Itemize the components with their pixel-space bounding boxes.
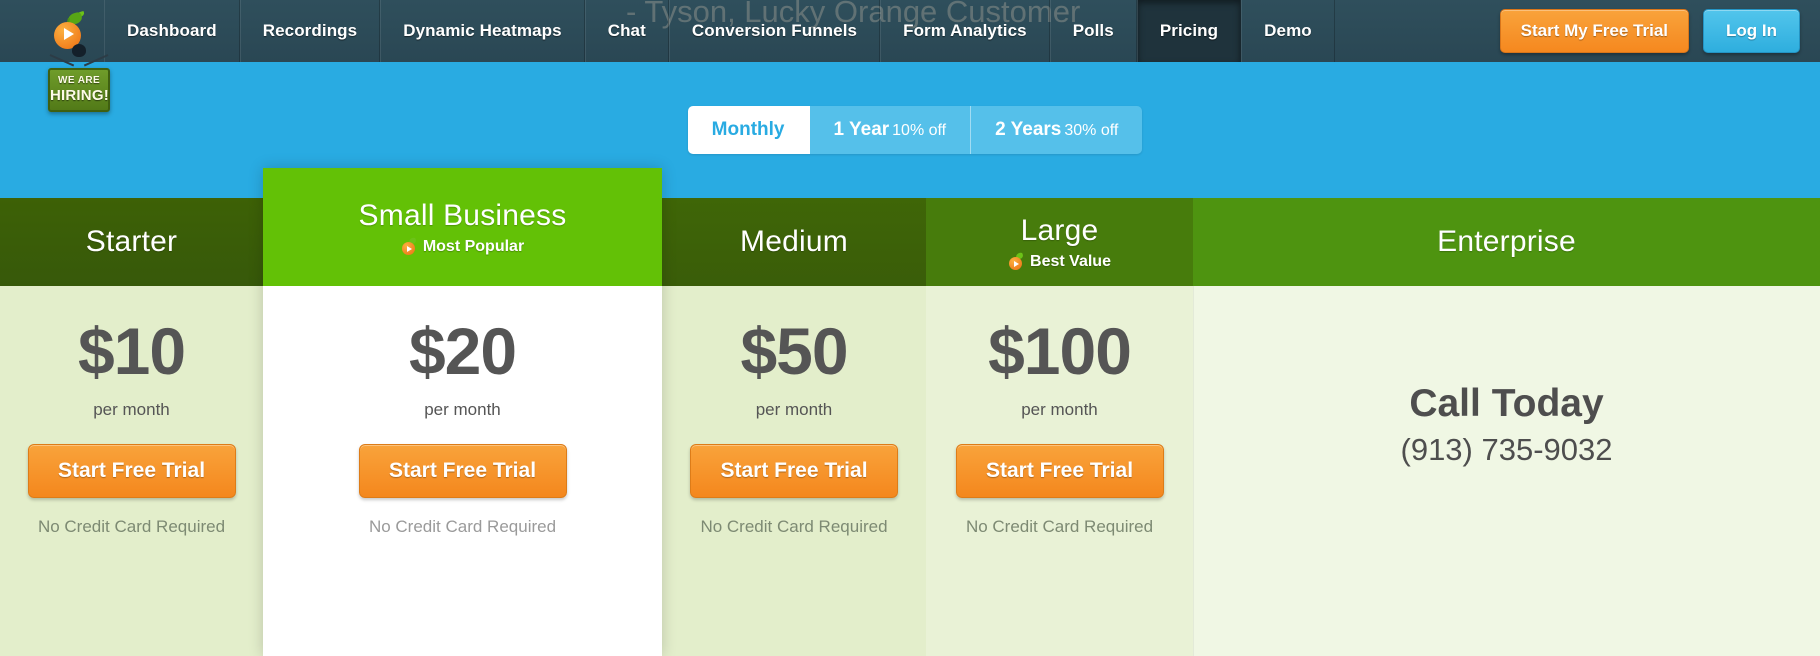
plan-badge-best-value: Best Value — [1008, 252, 1111, 271]
start-free-trial-button-small-business[interactable]: Start Free Trial — [358, 444, 567, 498]
no-credit-card-note-medium: No Credit Card Required — [700, 517, 888, 536]
site-logo[interactable] — [32, 0, 104, 62]
plan-price-medium: $50 — [740, 314, 848, 388]
plan-badge-most-popular: Most Popular — [401, 237, 525, 256]
mini-orange-icon — [401, 237, 417, 255]
nav-item-polls[interactable]: Polls — [1049, 0, 1137, 62]
hiring-sign: WE ARE HIRING! — [48, 68, 110, 112]
plan-card-starter: Starter $10 per month Start Free Trial N… — [0, 198, 263, 656]
nav-item-pricing[interactable]: Pricing — [1136, 0, 1242, 62]
nav-item-dynamic-heatmaps[interactable]: Dynamic Heatmaps — [380, 0, 585, 62]
start-my-free-trial-button[interactable]: Start My Free Trial — [1499, 9, 1690, 53]
billing-2years-discount: 30% off — [1064, 122, 1119, 139]
hiring-line-2: HIRING! — [50, 87, 109, 104]
plan-price-note-large: per month — [1021, 400, 1098, 419]
plan-body-starter: $10 per month Start Free Trial No Credit… — [0, 286, 263, 656]
plan-badge-label-small-business: Most Popular — [422, 237, 525, 255]
no-credit-card-note-large: No Credit Card Required — [965, 517, 1154, 536]
plan-header-medium: Medium — [662, 198, 926, 286]
plan-title-small-business: Small Business — [358, 198, 567, 232]
plan-title-medium: Medium — [740, 225, 848, 258]
billing-period-toggle: Monthly 1 Year 10% off 2 Years 30% off — [687, 106, 1143, 154]
billing-option-1-year[interactable]: 1 Year 10% off — [809, 106, 972, 154]
mini-orange-play-icon — [406, 245, 412, 252]
main-navbar: - Tyson, Lucky Orange Customer Dashboard… — [0, 0, 1820, 62]
billing-monthly-label: Monthly — [711, 119, 785, 140]
plan-header-starter: Starter — [0, 198, 263, 286]
plan-badge-label-large: Best Value — [1030, 252, 1111, 270]
mini-orange-play-icon — [1014, 260, 1020, 267]
plan-card-enterprise: Enterprise Call Today (913) 735-9032 — [1193, 198, 1820, 656]
plan-title-enterprise: Enterprise — [1437, 225, 1576, 258]
plan-body-small-business: $20 per month Start Free Trial No Credit… — [263, 286, 662, 656]
pricing-cards: Starter $10 per month Start Free Trial N… — [0, 168, 1820, 656]
enterprise-left-divider — [1193, 286, 1194, 656]
billing-1year-label: 1 Year — [833, 119, 890, 140]
nav-item-demo[interactable]: Demo — [1241, 0, 1335, 62]
plan-body-large: $100 per month Start Free Trial No Credi… — [926, 286, 1193, 656]
plan-title-large: Large — [1020, 213, 1099, 247]
nav-actions: Start My Free Trial Log In — [1472, 0, 1820, 62]
plan-header-enterprise: Enterprise — [1193, 198, 1820, 286]
logo-play-triangle-icon — [64, 28, 74, 40]
nav-item-recordings[interactable]: Recordings — [239, 0, 381, 62]
plan-header-small-business: Small Business Most Popular — [263, 168, 662, 286]
mini-orange-icon — [1008, 252, 1024, 270]
nav-item-dashboard[interactable]: Dashboard — [104, 0, 240, 62]
plan-title-starter: Starter — [85, 225, 178, 258]
nav-item-chat[interactable]: Chat — [584, 0, 669, 62]
enterprise-phone-number[interactable]: (913) 735-9032 — [1401, 432, 1613, 468]
billing-1year-discount: 10% off — [892, 122, 947, 139]
plan-header-large: Large Best Value — [926, 198, 1193, 286]
plan-price-large: $100 — [988, 314, 1132, 388]
start-free-trial-button-starter[interactable]: Start Free Trial — [27, 444, 236, 498]
plan-card-medium: Medium $50 per month Start Free Trial No… — [662, 198, 926, 656]
no-credit-card-note-starter: No Credit Card Required — [37, 517, 226, 536]
no-credit-card-note-small-business: No Credit Card Required — [368, 517, 557, 536]
start-free-trial-button-large[interactable]: Start Free Trial — [955, 444, 1164, 498]
hiring-line-1: WE ARE — [57, 75, 101, 86]
start-free-trial-button-medium[interactable]: Start Free Trial — [690, 444, 898, 498]
hiring-hook-icon — [72, 44, 86, 57]
plan-card-small-business: Small Business Most Popular $20 per mont… — [263, 168, 662, 656]
plan-price-note-small-business: per month — [424, 400, 501, 419]
plan-card-large: Large Best Value $100 per month Start Fr… — [926, 198, 1193, 656]
plan-price-note-medium: per month — [755, 400, 833, 419]
nav-left-padding — [0, 0, 32, 62]
plan-price-starter: $10 — [77, 314, 186, 388]
billing-option-monthly[interactable]: Monthly — [687, 106, 810, 154]
log-in-button[interactable]: Log In — [1703, 9, 1800, 53]
plan-price-note-starter: per month — [93, 400, 170, 419]
nav-item-conversion-funnels[interactable]: Conversion Funnels — [668, 0, 881, 62]
nav-items: Dashboard Recordings Dynamic Heatmaps Ch… — [104, 0, 1335, 62]
plan-body-medium: $50 per month Start Free Trial No Credit… — [662, 286, 926, 656]
plan-price-small-business: $20 — [408, 314, 517, 388]
billing-option-2-years[interactable]: 2 Years 30% off — [971, 106, 1143, 154]
pricing-page: - Tyson, Lucky Orange Customer Dashboard… — [0, 0, 1820, 656]
nav-item-form-analytics[interactable]: Form Analytics — [880, 0, 1050, 62]
billing-2years-label: 2 Years — [995, 119, 1062, 140]
plan-body-enterprise: Call Today (913) 735-9032 — [1193, 286, 1820, 656]
enterprise-call-heading: Call Today — [1409, 382, 1604, 425]
